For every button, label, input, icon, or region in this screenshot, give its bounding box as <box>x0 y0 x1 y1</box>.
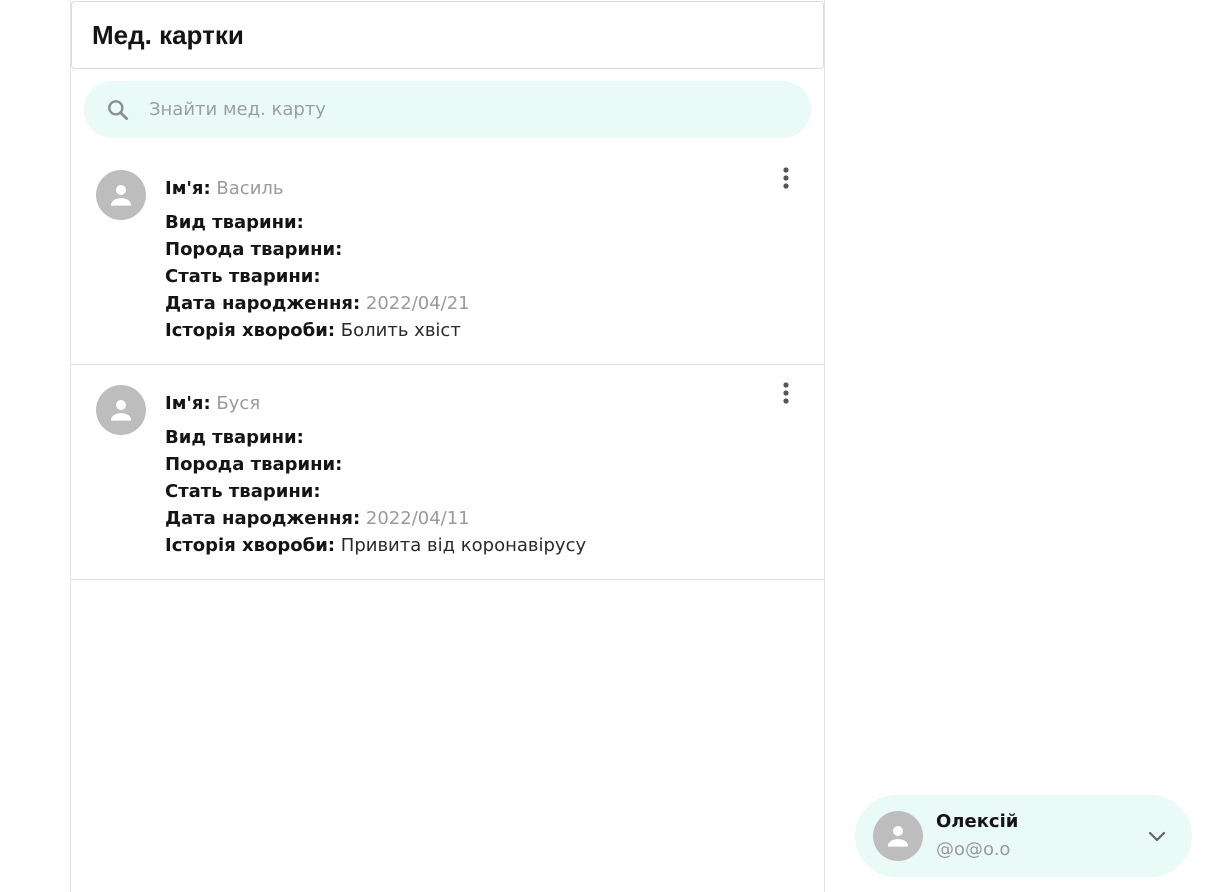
field-label: Вид тварини: <box>165 427 304 448</box>
more-vert-icon <box>783 382 789 404</box>
field-birth-date: Дата народження: 2022/04/21 <box>165 290 470 317</box>
person-icon <box>111 185 131 206</box>
field-value: Буся <box>216 393 261 414</box>
person-icon <box>888 826 908 847</box>
field-label: Вид тварини: <box>165 212 304 233</box>
field-label: Порода тварини: <box>165 239 343 260</box>
medical-card[interactable]: Ім'я: Буся Вид тварини: Порода тварини: … <box>71 365 824 580</box>
medical-card[interactable]: Ім'я: Василь Вид тварини: Порода тварини… <box>71 150 824 365</box>
field-value: 2022/04/21 <box>365 293 470 314</box>
search-box[interactable] <box>84 81 811 138</box>
field-value: Привита від коронавірусу <box>340 535 587 556</box>
field-history: Історія хвороби: Болить хвіст <box>165 317 470 344</box>
field-species: Вид тварини: <box>165 209 470 236</box>
field-name: Ім'я: Буся <box>165 392 586 424</box>
field-label: Ім'я: <box>165 393 211 414</box>
field-label: Історія хвороби: <box>165 320 336 341</box>
user-name: Олексій <box>936 811 1019 832</box>
field-breed: Порода тварини: <box>165 236 470 263</box>
field-label: Дата народження: <box>165 293 361 314</box>
field-label: Порода тварини: <box>165 454 343 475</box>
field-sex: Стать тварини: <box>165 263 470 290</box>
field-breed: Порода тварини: <box>165 451 586 478</box>
card-fields: Ім'я: Василь Вид тварини: Порода тварини… <box>165 177 470 344</box>
field-name: Ім'я: Василь <box>165 177 470 209</box>
more-vert-icon <box>783 167 789 189</box>
field-birth-date: Дата народження: 2022/04/11 <box>165 505 586 532</box>
medical-cards-panel: Мед. картки Ім'я: Василь Вид тварини: По… <box>70 0 825 892</box>
field-label: Стать тварини: <box>165 266 321 287</box>
page-header: Мед. картки <box>71 1 824 69</box>
pet-avatar <box>96 170 146 220</box>
user-menu[interactable]: Олексій @o@o.o <box>855 795 1192 877</box>
card-fields: Ім'я: Буся Вид тварини: Порода тварини: … <box>165 392 586 559</box>
field-species: Вид тварини: <box>165 424 586 451</box>
search-input[interactable] <box>149 99 749 120</box>
field-history: Історія хвороби: Привита від коронавірус… <box>165 532 586 559</box>
field-value: Василь <box>216 178 284 199</box>
field-label: Дата народження: <box>165 508 361 529</box>
field-value: Болить хвіст <box>340 320 461 341</box>
pet-avatar <box>96 385 146 435</box>
user-avatar <box>873 811 923 861</box>
page-title: Мед. картки <box>92 19 244 50</box>
field-label: Стать тварини: <box>165 481 321 502</box>
field-label: Історія хвороби: <box>165 535 336 556</box>
person-icon <box>111 400 131 421</box>
field-sex: Стать тварини: <box>165 478 586 505</box>
user-handle: @o@o.o <box>936 839 1011 860</box>
more-options-button[interactable] <box>771 158 801 198</box>
search-icon <box>104 96 132 124</box>
chevron-down-icon[interactable] <box>1145 824 1169 848</box>
more-options-button[interactable] <box>771 373 801 413</box>
field-label: Ім'я: <box>165 178 211 199</box>
field-value: 2022/04/11 <box>365 508 470 529</box>
